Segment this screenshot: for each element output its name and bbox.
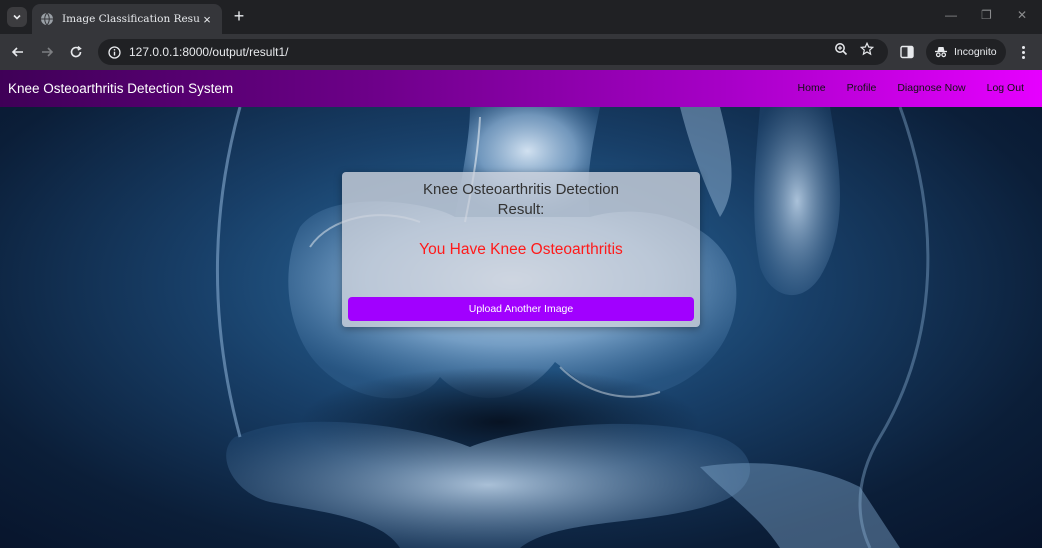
window-close-button[interactable]: ✕ xyxy=(1017,8,1027,22)
result-card: Knee Osteoarthritis Detection Result: Yo… xyxy=(342,172,700,327)
browser-toolbar: 127.0.0.1:8000/output/result1/ Incognito xyxy=(0,34,1042,70)
result-card-title: Knee Osteoarthritis Detection Result: xyxy=(342,180,700,220)
web-page: Knee Osteoarthritis Detection System Hom… xyxy=(0,70,1042,548)
arrow-left-icon xyxy=(11,47,23,57)
incognito-badge[interactable]: Incognito xyxy=(926,39,1006,65)
knee-xray-background: Knee Osteoarthritis Detection Result: Yo… xyxy=(0,107,1042,548)
forward-button[interactable] xyxy=(37,42,57,62)
reload-button[interactable] xyxy=(66,42,86,62)
side-panel-button[interactable] xyxy=(899,44,915,60)
minimize-button[interactable]: — xyxy=(945,8,957,22)
browser-menu-button[interactable] xyxy=(1016,42,1030,62)
tab-strip: Image Classification Result × + — ❐ ✕ xyxy=(0,0,1042,34)
zoom-icon xyxy=(835,43,848,56)
maximize-button[interactable]: ❐ xyxy=(981,8,992,22)
globe-icon xyxy=(40,12,54,26)
site-brand[interactable]: Knee Osteoarthritis Detection System xyxy=(8,81,233,96)
site-navbar: Knee Osteoarthritis Detection System Hom… xyxy=(0,70,1042,107)
nav-link-profile[interactable]: Profile xyxy=(847,82,877,94)
zoom-button[interactable] xyxy=(831,39,851,59)
nav-link-log-out[interactable]: Log Out xyxy=(987,82,1024,94)
result-card-title-line2: Result: xyxy=(497,201,545,218)
browser-tab[interactable]: Image Classification Result × xyxy=(32,4,222,34)
menu-dot xyxy=(1021,45,1025,49)
result-card-title-line1: Knee Osteoarthritis Detection xyxy=(423,181,619,198)
new-tab-button[interactable]: + xyxy=(229,6,249,26)
tab-close-icon[interactable]: × xyxy=(200,12,214,27)
upload-another-image-button[interactable]: Upload Another Image xyxy=(348,297,694,321)
reload-icon xyxy=(70,45,82,58)
address-bar[interactable]: 127.0.0.1:8000/output/result1/ xyxy=(98,39,888,65)
menu-dot xyxy=(1021,50,1025,54)
back-button[interactable] xyxy=(8,42,28,62)
nav-link-home[interactable]: Home xyxy=(798,82,826,94)
bookmark-button[interactable] xyxy=(857,39,877,59)
star-icon xyxy=(860,42,874,56)
menu-dot xyxy=(1021,55,1025,59)
tab-search-button[interactable] xyxy=(7,7,27,27)
chevron-down-icon xyxy=(13,14,21,20)
diagnosis-result-text: You Have Knee Osteoarthritis xyxy=(419,241,623,258)
info-icon xyxy=(108,45,121,59)
url-text: 127.0.0.1:8000/output/result1/ xyxy=(129,45,289,59)
arrow-right-icon xyxy=(42,47,54,57)
nav-links: Home Profile Diagnose Now Log Out xyxy=(798,82,1024,94)
tab-title: Image Classification Result xyxy=(62,13,200,25)
nav-link-diagnose-now[interactable]: Diagnose Now xyxy=(897,82,965,94)
incognito-icon xyxy=(935,47,947,58)
incognito-label: Incognito xyxy=(954,46,997,58)
side-panel-icon xyxy=(900,45,914,59)
